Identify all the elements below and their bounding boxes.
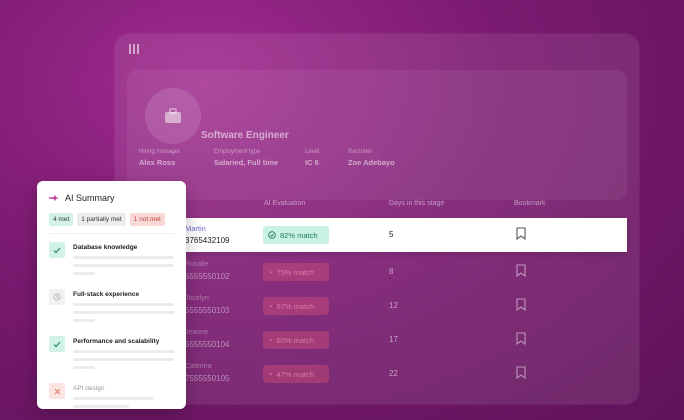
sparkle-icon: ◔	[268, 335, 273, 345]
text-placeholder	[73, 303, 174, 306]
match-badge: ◔ 60% match	[263, 331, 329, 349]
match-text: 75% match	[276, 267, 315, 277]
meta-value: Zoe Adebayo	[348, 158, 395, 167]
candidate-phone: 5555550104	[185, 340, 230, 349]
match-text: 57% match	[276, 301, 315, 311]
match-badge: 82% match	[263, 226, 329, 244]
job-header-card: Software Engineer	[127, 70, 627, 200]
meta-employment-type: Employment type Salaried, Full time	[214, 149, 278, 167]
match-text: 60% match	[276, 335, 315, 345]
column-header-bookmark[interactable]: Bookmark	[514, 200, 546, 207]
bookmark-icon[interactable]	[516, 298, 526, 316]
criterion-label: Performance and scalability	[73, 338, 160, 345]
meta-label: Hiring manager	[139, 149, 181, 155]
candidate-phone: 7555550105	[185, 374, 230, 383]
candidate-phone: 5555550102	[185, 272, 230, 281]
text-placeholder	[73, 319, 96, 322]
criterion-item: Full-stack experience	[49, 289, 174, 322]
days-value: 22	[389, 369, 398, 378]
text-placeholder	[73, 405, 129, 408]
bookmark-icon[interactable]	[516, 332, 526, 350]
match-text: 82% match	[280, 230, 318, 240]
meta-value: Alex Ross	[139, 158, 176, 167]
sparkle-icon: ◔	[268, 301, 273, 311]
text-placeholder	[73, 366, 96, 369]
table-row[interactable]: Jeanne 5555550104 ◔ 60% match 17	[150, 323, 627, 357]
check-icon	[49, 336, 65, 352]
text-placeholder	[73, 311, 174, 314]
table-row[interactable]: Caterina 7555550105 ◔ 47% match 22	[150, 357, 627, 391]
ai-summary-card: AI Summary 4 met 1 partially met 1 not m…	[37, 181, 186, 409]
candidate-name[interactable]: Caterina	[185, 363, 211, 370]
meta-value: IC 6	[305, 158, 319, 167]
text-placeholder	[73, 350, 174, 353]
match-badge: ◔ 75% match	[263, 263, 329, 281]
candidate-name[interactable]: Rosalie	[185, 261, 208, 268]
criterion-item: API design	[49, 383, 174, 408]
column-header-days[interactable]: Days in this stage	[389, 200, 444, 207]
meta-label: Recruiter	[348, 149, 373, 155]
not-met-count-badge: 1 not met	[129, 213, 165, 226]
candidate-name[interactable]: Martin	[185, 224, 206, 233]
check-icon	[49, 242, 65, 258]
ai-summary-header: AI Summary	[49, 193, 174, 203]
criteria-summary-pills: 4 met 1 partially met 1 not met	[49, 213, 174, 226]
candidate-phone: 5555550103	[185, 306, 230, 315]
text-placeholder	[73, 358, 174, 361]
divider	[49, 233, 174, 234]
meta-label: Employment type	[214, 149, 261, 155]
match-badge: ◔ 57% match	[263, 297, 329, 315]
days-value: 8	[389, 267, 394, 276]
meta-label: Level	[305, 149, 320, 155]
table-row-active[interactable]: Martin 3765432109 82% match 5	[150, 218, 627, 252]
job-title: Software Engineer	[201, 130, 289, 141]
text-placeholder	[73, 256, 174, 259]
bookmark-icon[interactable]	[516, 264, 526, 282]
candidate-name[interactable]: Jeanne	[185, 329, 208, 336]
bookmark-icon[interactable]	[516, 227, 526, 245]
match-badge: ◔ 47% match	[263, 365, 329, 383]
candidate-name[interactable]: Jocelyn	[185, 295, 209, 302]
x-icon	[49, 383, 65, 399]
candidate-phone: 3765432109	[185, 236, 230, 245]
text-placeholder	[73, 272, 96, 275]
ai-sparkle-icon	[49, 194, 59, 202]
partial-clock-icon	[49, 289, 65, 305]
column-header-ai-evaluation[interactable]: AI Evaluation	[264, 200, 305, 207]
text-placeholder	[73, 397, 154, 400]
criterion-item: Database knowledge	[49, 242, 174, 275]
criterion-item: Performance and scalability	[49, 336, 174, 369]
sparkle-icon: ◔	[268, 369, 273, 379]
meta-value: Salaried, Full time	[214, 158, 279, 167]
sparkle-icon	[268, 231, 276, 239]
days-value: 12	[389, 301, 398, 310]
bookmark-icon[interactable]	[516, 366, 526, 384]
criterion-label: API design	[73, 385, 105, 392]
match-text: 47% match	[276, 369, 315, 379]
met-count-badge: 4 met	[49, 213, 74, 226]
text-placeholder	[73, 264, 174, 267]
ai-summary-title: AI Summary	[65, 193, 115, 203]
days-value: 17	[389, 335, 398, 344]
meta-level: Level IC 6	[305, 149, 319, 167]
sparkle-icon: ◔	[268, 267, 273, 277]
briefcase-icon	[145, 88, 201, 144]
meta-recruiter: Recruiter Zoe Adebayo	[348, 149, 395, 167]
meta-hiring-manager: Hiring manager Alex Ross	[139, 149, 180, 167]
criterion-label: Full-stack experience	[73, 291, 140, 298]
table-row[interactable]: Rosalie 5555550102 ◔ 75% match 8	[150, 255, 627, 289]
table-row[interactable]: Jocelyn 5555550103 ◔ 57% match 12	[150, 289, 627, 323]
criterion-label: Database knowledge	[73, 244, 138, 251]
partial-count-badge: 1 partially met	[77, 213, 126, 226]
days-value: 5	[389, 230, 394, 239]
app-logo-icon	[129, 44, 141, 54]
